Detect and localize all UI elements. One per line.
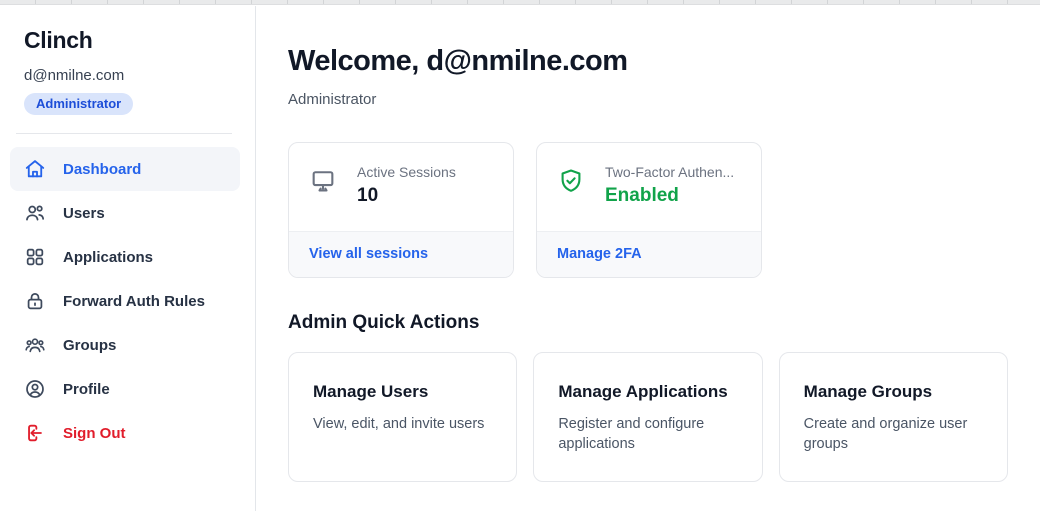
sidebar-item-profile[interactable]: Profile bbox=[10, 367, 240, 411]
groups-icon bbox=[24, 334, 46, 356]
stat-label: Active Sessions bbox=[357, 164, 456, 180]
page-subtitle: Administrator bbox=[288, 91, 1008, 108]
stat-value: Enabled bbox=[605, 185, 734, 207]
sidebar-item-applications[interactable]: Applications bbox=[10, 235, 240, 279]
app-logo: Clinch bbox=[24, 27, 239, 54]
grid-icon bbox=[24, 246, 46, 268]
profile-icon bbox=[24, 378, 46, 400]
page-title: Welcome, d@nmilne.com bbox=[288, 45, 1008, 78]
action-card-title: Manage Groups bbox=[804, 382, 983, 402]
sidebar-item-sign-out[interactable]: Sign Out bbox=[10, 411, 240, 455]
user-email: d@nmilne.com bbox=[24, 67, 239, 84]
sidebar-item-label: Applications bbox=[63, 249, 153, 266]
quick-actions-heading: Admin Quick Actions bbox=[288, 312, 1008, 334]
action-card-title: Manage Users bbox=[313, 382, 492, 402]
lock-icon bbox=[24, 290, 46, 312]
sidebar-item-dashboard[interactable]: Dashboard bbox=[10, 147, 240, 191]
view-all-sessions-link[interactable]: View all sessions bbox=[309, 246, 428, 262]
stat-card-two-factor: Two-Factor Authen... Enabled Manage 2FA bbox=[536, 142, 762, 278]
action-card-description: Register and configure applications bbox=[558, 414, 737, 454]
sidebar-item-forward-auth-rules[interactable]: Forward Auth Rules bbox=[10, 279, 240, 323]
stat-card-body: Two-Factor Authen... Enabled bbox=[537, 143, 761, 231]
action-card-description: Create and organize user groups bbox=[804, 414, 983, 454]
sidebar-item-label: Forward Auth Rules bbox=[63, 293, 205, 310]
users-icon bbox=[24, 202, 46, 224]
sidebar: Clinch d@nmilne.com Administrator Dashbo… bbox=[0, 6, 256, 511]
action-card-title: Manage Applications bbox=[558, 382, 737, 402]
sidebar-item-label: Users bbox=[63, 205, 105, 222]
sidebar-divider bbox=[16, 133, 232, 134]
stat-card-body: Active Sessions 10 bbox=[289, 143, 513, 231]
stat-card-footer: View all sessions bbox=[289, 231, 513, 277]
stat-cards-row: Active Sessions 10 View all sessions Two… bbox=[288, 142, 1008, 278]
shield-check-icon bbox=[557, 167, 585, 195]
sidebar-item-users[interactable]: Users bbox=[10, 191, 240, 235]
sidebar-item-label: Profile bbox=[63, 381, 110, 398]
monitor-icon bbox=[309, 167, 337, 195]
browser-tab-strip bbox=[0, 0, 1040, 5]
manage-2fa-link[interactable]: Manage 2FA bbox=[557, 246, 642, 262]
home-icon bbox=[24, 158, 46, 180]
manage-groups-card[interactable]: Manage Groups Create and organize user g… bbox=[779, 352, 1008, 482]
sidebar-item-label: Dashboard bbox=[63, 161, 141, 178]
stat-label: Two-Factor Authen... bbox=[605, 164, 734, 180]
quick-action-cards: Manage Users View, edit, and invite user… bbox=[288, 352, 1008, 482]
main-content: Welcome, d@nmilne.com Administrator Acti… bbox=[257, 6, 1040, 511]
stat-card-active-sessions: Active Sessions 10 View all sessions bbox=[288, 142, 514, 278]
stat-value: 10 bbox=[357, 185, 456, 207]
sign-out-icon bbox=[24, 422, 46, 444]
stat-card-footer: Manage 2FA bbox=[537, 231, 761, 277]
manage-applications-card[interactable]: Manage Applications Register and configu… bbox=[533, 352, 762, 482]
manage-users-card[interactable]: Manage Users View, edit, and invite user… bbox=[288, 352, 517, 482]
action-card-description: View, edit, and invite users bbox=[313, 414, 492, 434]
role-badge: Administrator bbox=[24, 93, 133, 115]
sidebar-item-label: Sign Out bbox=[63, 425, 126, 442]
sidebar-item-label: Groups bbox=[63, 337, 116, 354]
sidebar-nav: Dashboard Users Applications Forward Aut… bbox=[10, 147, 239, 455]
sidebar-item-groups[interactable]: Groups bbox=[10, 323, 240, 367]
